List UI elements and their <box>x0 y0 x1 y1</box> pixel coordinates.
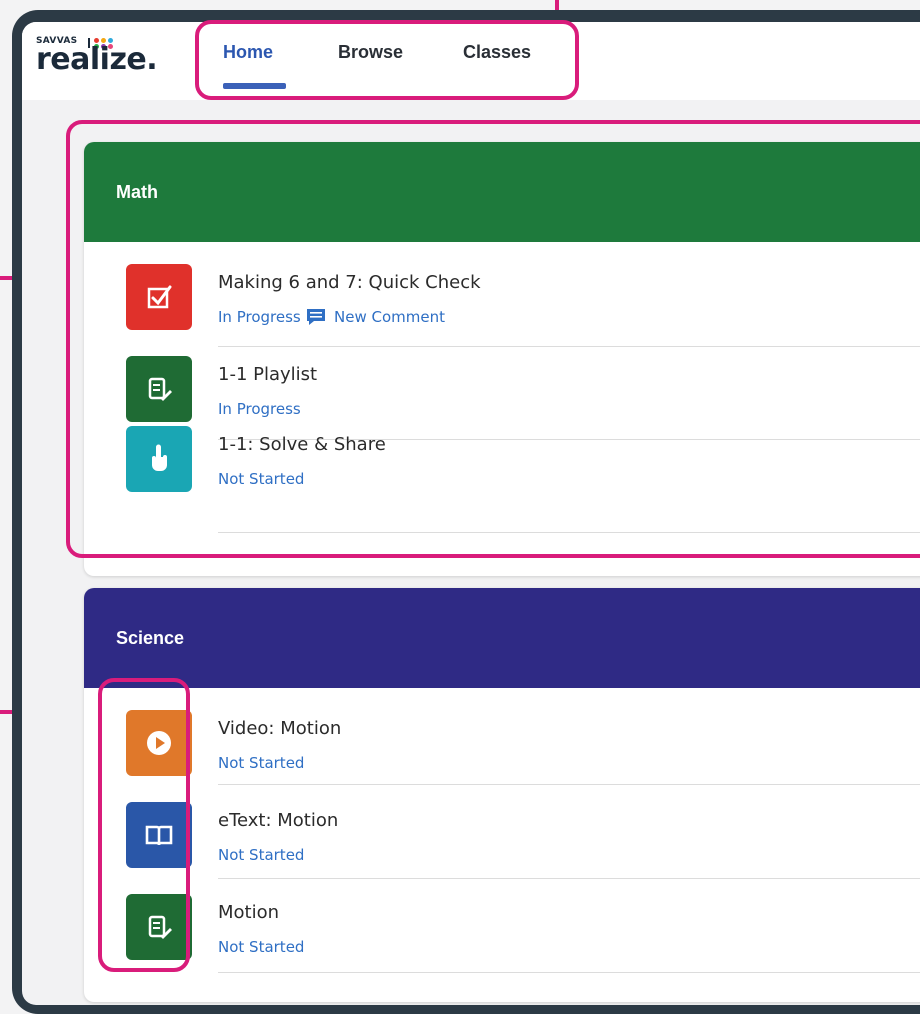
science-card-header: Science <box>84 588 920 688</box>
item-title[interactable]: Video: Motion <box>218 718 341 739</box>
item-status: Not Started <box>218 754 305 772</box>
science-item-etext[interactable]: eText: Motion Not Started <box>84 802 920 894</box>
tab-browse[interactable]: Browse <box>338 42 403 63</box>
resource-icons-highlight <box>98 678 190 972</box>
savvas-realize-logo[interactable]: SAVVAS realize. <box>36 36 166 80</box>
item-title[interactable]: Motion <box>218 902 279 923</box>
row-divider <box>218 784 920 785</box>
item-title[interactable]: eText: Motion <box>218 810 338 831</box>
logo-realize-text: realize. <box>36 42 158 77</box>
active-tab-indicator <box>223 83 286 89</box>
math-card-highlight <box>66 120 920 558</box>
nav-tabs-highlight: Home Browse Classes <box>195 20 579 100</box>
tab-classes[interactable]: Classes <box>463 42 531 63</box>
row-divider <box>218 972 920 973</box>
tab-home[interactable]: Home <box>223 42 273 63</box>
row-divider <box>218 878 920 879</box>
science-card-title: Science <box>116 628 185 648</box>
science-item-video[interactable]: Video: Motion Not Started <box>84 710 920 802</box>
item-status: Not Started <box>218 846 305 864</box>
science-card: Science Video: Motion Not Started eText:… <box>84 588 920 1002</box>
item-status: Not Started <box>218 938 305 956</box>
